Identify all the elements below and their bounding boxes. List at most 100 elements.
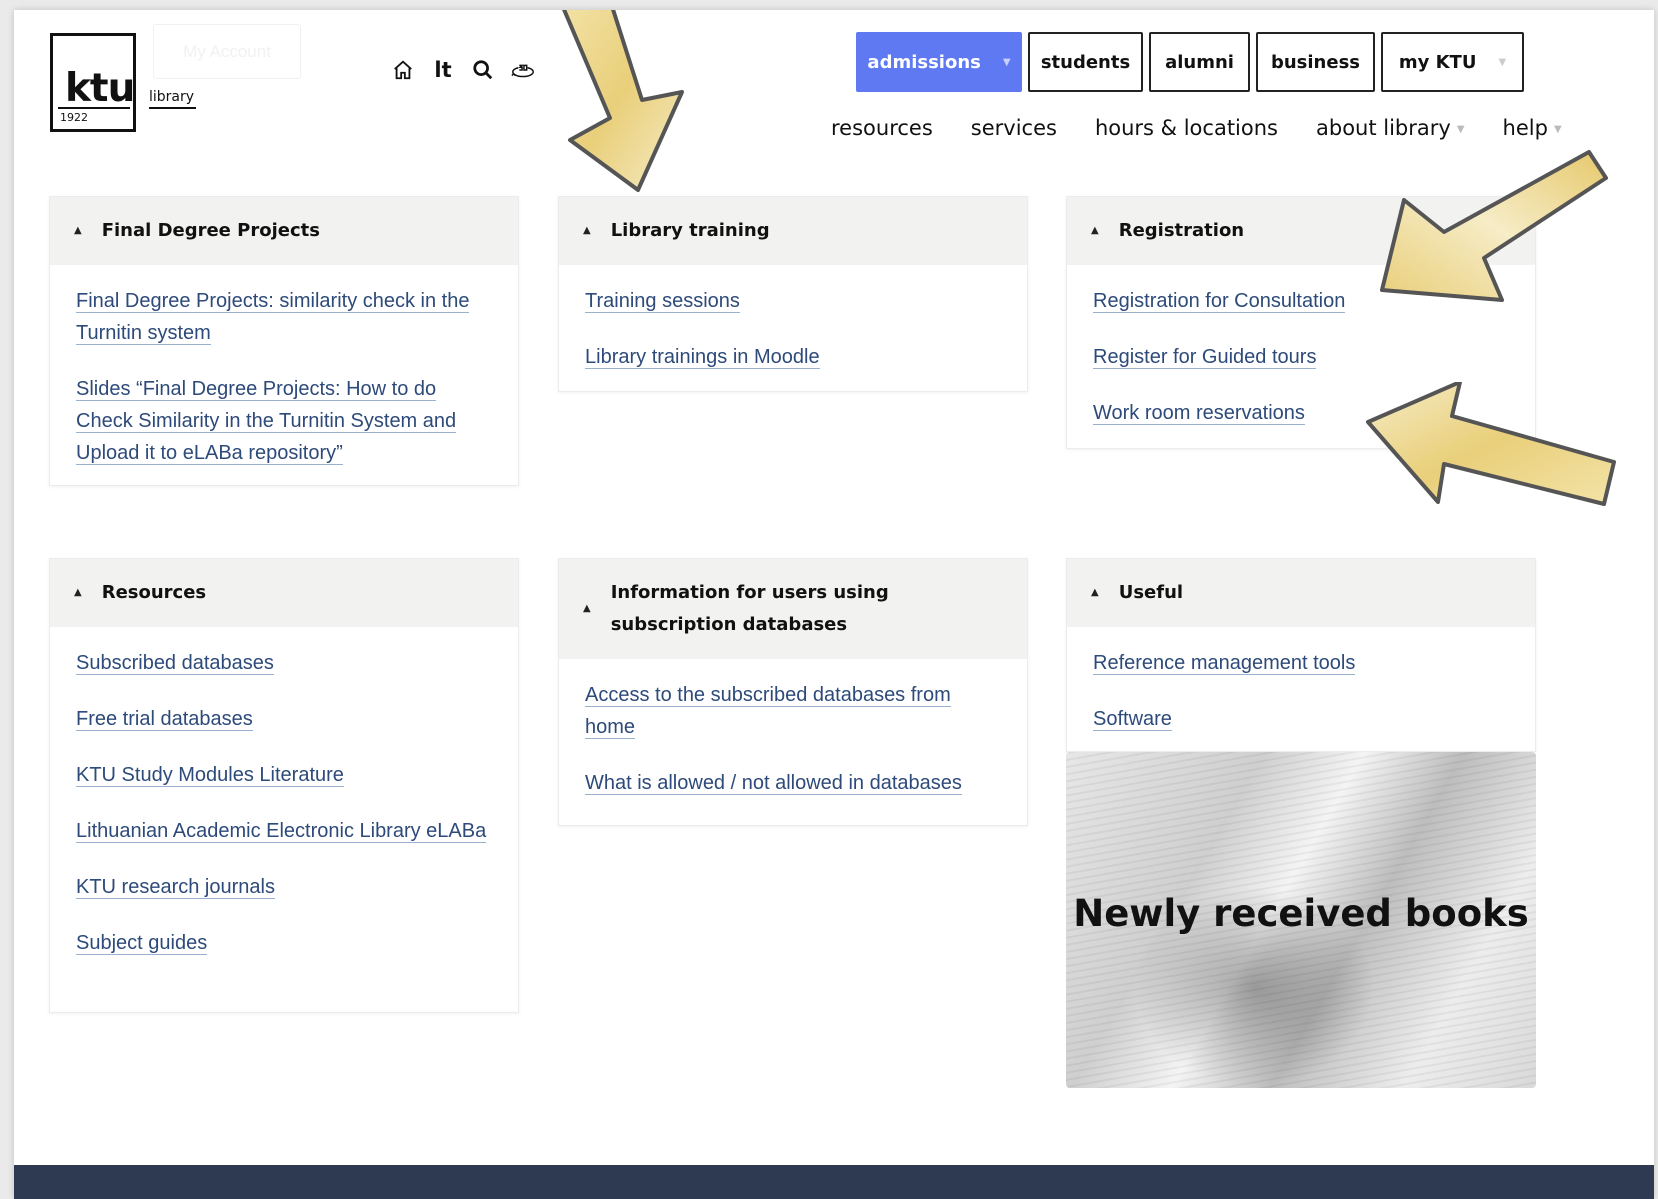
card-header[interactable]: ▲ Useful: [1067, 559, 1535, 627]
my-account-button[interactable]: My Account: [153, 24, 301, 79]
link-label: Slides “Final Degree Projects: How to do…: [76, 378, 457, 465]
link-label: Free trial databases: [76, 708, 253, 731]
collapse-icon: ▲: [583, 225, 591, 236]
card-body: Final Degree Projects: similarity check …: [50, 265, 518, 505]
search-icon[interactable]: [470, 57, 496, 83]
banner-title: Newly received books: [1073, 892, 1529, 935]
link-turnitin-similarity[interactable]: Final Degree Projects: similarity check …: [76, 285, 492, 349]
nav-help-label: help: [1502, 116, 1548, 140]
newly-received-books-banner[interactable]: Newly received books: [1066, 752, 1536, 1088]
link-label: KTU research journals: [76, 876, 275, 899]
logo-year: 1922: [60, 111, 88, 124]
page: ktu 1922 library My Account lt admission…: [14, 10, 1654, 1199]
nav-resources[interactable]: resources: [831, 116, 933, 140]
card-header[interactable]: ▲ Resources: [50, 559, 518, 627]
link-software[interactable]: Software: [1093, 703, 1509, 735]
business-label: business: [1270, 51, 1361, 73]
card-title: Library training: [610, 220, 770, 241]
link-label: Access to the subscribed databases from …: [585, 684, 951, 739]
link-subject-guides[interactable]: Subject guides: [76, 927, 492, 959]
nav-services-label: services: [970, 116, 1057, 140]
card-header[interactable]: ▲ Final Degree Projects: [50, 197, 518, 265]
card-body: Training sessions Library trainings in M…: [559, 265, 1027, 409]
card-body: Reference management tools Software: [1067, 627, 1535, 771]
admissions-button[interactable]: admissions ▼: [856, 32, 1022, 92]
students-button[interactable]: students: [1028, 32, 1143, 92]
business-button[interactable]: business: [1256, 32, 1375, 92]
language-switch[interactable]: lt: [430, 57, 456, 83]
link-training-sessions[interactable]: Training sessions: [585, 285, 1001, 317]
collapse-icon: ▲: [74, 225, 82, 236]
card-title: Information for users using subscription…: [610, 582, 889, 635]
logo-text: ktu: [65, 66, 135, 111]
link-label: KTU Study Modules Literature: [76, 764, 344, 787]
card-title: Registration: [1118, 220, 1245, 241]
my-ktu-label: my KTU: [1398, 51, 1477, 73]
link-label: Register for Guided tours: [1093, 346, 1317, 369]
link-reference-management[interactable]: Reference management tools: [1093, 647, 1509, 679]
link-label: Reference management tools: [1093, 652, 1356, 675]
card-header[interactable]: ▲ Library training: [559, 197, 1027, 265]
card-title: Resources: [101, 582, 207, 603]
link-access-from-home[interactable]: Access to the subscribed databases from …: [585, 679, 1001, 743]
chevron-down-icon: ▼: [1456, 123, 1465, 135]
link-subscribed-databases[interactable]: Subscribed databases: [76, 647, 492, 679]
arrow-left-down-icon: [1380, 150, 1608, 302]
link-label: Registration for Consultation: [1093, 290, 1346, 313]
home-icon[interactable]: [390, 57, 416, 83]
card-useful: ▲ Useful Reference management tools Soft…: [1066, 558, 1536, 752]
card-body: Subscribed databases Free trial database…: [50, 627, 518, 995]
card-title: Useful: [1118, 582, 1184, 603]
nav-services[interactable]: services: [971, 116, 1057, 140]
collapse-icon: ▲: [1091, 587, 1099, 598]
link-allowed-not-allowed[interactable]: What is allowed / not allowed in databas…: [585, 767, 1001, 799]
link-label: Work room reservations: [1093, 402, 1305, 425]
arrow-down-icon: [562, 10, 684, 192]
alumni-label: alumni: [1165, 51, 1234, 73]
students-label: students: [1040, 51, 1131, 73]
link-free-trial-databases[interactable]: Free trial databases: [76, 703, 492, 735]
card-subscription-info: ▲ Information for users using subscripti…: [558, 558, 1028, 826]
nav-hours-locations[interactable]: hours & locations: [1095, 116, 1278, 140]
card-header[interactable]: ▲ Information for users using subscripti…: [559, 559, 1027, 659]
ktu-logo[interactable]: ktu 1922: [50, 33, 136, 132]
utility-icons: lt: [390, 57, 536, 83]
my-ktu-button[interactable]: my KTU ▼: [1381, 32, 1524, 92]
footer-bar: [14, 1165, 1654, 1199]
nav-hours-label: hours & locations: [1094, 116, 1278, 140]
chevron-down-icon: ▼: [1553, 123, 1562, 135]
link-label: Subscribed databases: [76, 652, 274, 675]
link-label: Final Degree Projects: similarity check …: [76, 290, 470, 345]
card-title: Final Degree Projects: [101, 220, 320, 241]
chevron-down-icon: ▼: [1002, 56, 1011, 68]
chevron-down-icon: ▼: [1498, 56, 1507, 68]
link-moodle-trainings[interactable]: Library trainings in Moodle: [585, 341, 1001, 373]
link-label: What is allowed / not allowed in databas…: [585, 772, 962, 795]
collapse-icon: ▲: [583, 603, 591, 614]
360-view-icon[interactable]: [510, 57, 536, 83]
nav-resources-label: resources: [831, 116, 933, 140]
link-turnitin-slides[interactable]: Slides “Final Degree Projects: How to do…: [76, 373, 492, 469]
main-nav: resources services hours & locations abo…: [831, 116, 1562, 140]
link-research-journals[interactable]: KTU research journals: [76, 871, 492, 903]
card-library-training: ▲ Library training Training sessions Lib…: [558, 196, 1028, 392]
link-label: Library trainings in Moodle: [585, 346, 820, 369]
admissions-label: admissions: [867, 51, 981, 73]
card-final-degree-projects: ▲ Final Degree Projects Final Degree Pro…: [49, 196, 519, 486]
card-body: Access to the subscribed databases from …: [559, 659, 1027, 835]
link-elaba[interactable]: Lithuanian Academic Electronic Library e…: [76, 815, 492, 847]
collapse-icon: ▲: [74, 587, 82, 598]
link-label: Subject guides: [76, 932, 208, 955]
collapse-icon: ▲: [1091, 225, 1099, 236]
logo-divider: [58, 107, 130, 109]
link-study-modules-literature[interactable]: KTU Study Modules Literature: [76, 759, 492, 791]
nav-help[interactable]: help ▼: [1503, 116, 1562, 140]
link-label: Software: [1093, 708, 1172, 731]
audience-nav: admissions ▼ students alumni business my…: [856, 32, 1524, 92]
link-label: Lithuanian Academic Electronic Library e…: [76, 820, 487, 843]
arrow-left-icon: [1366, 382, 1616, 506]
nav-about-library[interactable]: about library ▼: [1316, 116, 1465, 140]
link-guided-tours[interactable]: Register for Guided tours: [1093, 341, 1509, 373]
logo-library-label: library: [149, 89, 197, 109]
alumni-button[interactable]: alumni: [1149, 32, 1250, 92]
